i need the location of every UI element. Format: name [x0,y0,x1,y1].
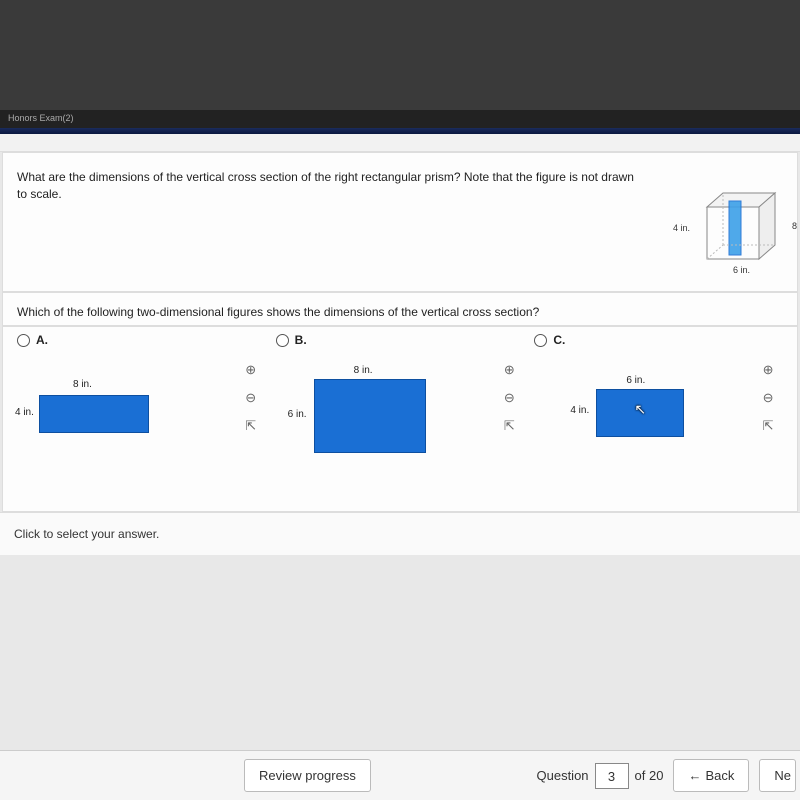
prism-figure: 4 in. 6 in. 8 [695,187,791,277]
fig-c-left-dim: 4 in. [570,405,589,416]
zoom-in-icon[interactable]: ⊕ [242,361,260,379]
next-label: Ne [774,768,791,783]
radio-a[interactable] [17,334,30,347]
footer-bar: Review progress Question 3 of 20 ← Back … [0,750,800,800]
question-indicator: Question 3 of 20 [537,763,664,789]
question-number-input[interactable]: 3 [595,763,629,789]
choices-panel: A. 8 in. 4 in. ⊕ ⊖ ⇱ B. 8 in. 6 [2,326,798,512]
fig-a-left-dim: 4 in. [15,407,34,418]
figure-c: 6 in. 4 in. ↖ ⊕ ⊖ ⇱ [534,351,783,471]
figure-b: 8 in. 6 in. ⊕ ⊖ ⇱ [276,351,525,471]
choice-b-label: B. [295,333,307,347]
back-button[interactable]: ← Back [673,759,749,792]
radio-c[interactable] [534,334,547,347]
next-button[interactable]: Ne [759,759,796,792]
fig-b-top-dim: 8 in. [354,365,373,376]
popout-icon[interactable]: ⇱ [500,417,518,435]
tools-c: ⊕ ⊖ ⇱ [757,361,779,435]
question-label: Question [537,768,589,783]
popout-icon[interactable]: ⇱ [242,417,260,435]
choice-c-label: C. [553,333,565,347]
rect-a [39,395,149,433]
prism-depth-label: 8 [792,221,797,231]
choice-a-label: A. [36,333,48,347]
instruction-text: Click to select your answer. [0,512,800,555]
arrow-left-icon: ← [688,768,701,783]
sub-question-panel: Which of the following two-dimensional f… [2,292,798,326]
radio-b[interactable] [276,334,289,347]
choice-c[interactable]: C. 6 in. 4 in. ↖ ⊕ ⊖ ⇱ [534,333,783,471]
figure-a: 8 in. 4 in. ⊕ ⊖ ⇱ [17,351,266,471]
question-text: What are the dimensions of the vertical … [17,169,637,203]
fig-a-top-dim: 8 in. [73,379,92,390]
popout-icon[interactable]: ⇱ [759,417,777,435]
zoom-out-icon[interactable]: ⊖ [500,389,518,407]
zoom-out-icon[interactable]: ⊖ [242,389,260,407]
zoom-in-icon[interactable]: ⊕ [759,361,777,379]
choice-b-head: B. [276,333,525,347]
tools-a: ⊕ ⊖ ⇱ [240,361,262,435]
back-label: Back [705,768,734,783]
review-progress-button[interactable]: Review progress [244,759,371,792]
tools-b: ⊕ ⊖ ⇱ [498,361,520,435]
title-strip: Honors Exam(2) [0,110,800,128]
zoom-in-icon[interactable]: ⊕ [500,361,518,379]
question-panel: What are the dimensions of the vertical … [2,152,798,292]
question-total: of 20 [635,768,664,783]
prism-width-label: 6 in. [733,265,750,275]
spacer [0,134,800,152]
sub-question-text: Which of the following two-dimensional f… [17,305,783,319]
fig-b-left-dim: 6 in. [288,409,307,420]
prism-height-label: 4 in. [673,223,690,233]
fig-c-top-dim: 6 in. [626,375,645,386]
rect-c [596,389,684,437]
choice-a[interactable]: A. 8 in. 4 in. ⊕ ⊖ ⇱ [17,333,266,471]
choice-c-head: C. [534,333,783,347]
choice-b[interactable]: B. 8 in. 6 in. ⊕ ⊖ ⇱ [276,333,525,471]
choice-a-head: A. [17,333,266,347]
app-screen: Honors Exam(2) What are the dimensions o… [0,110,800,800]
zoom-out-icon[interactable]: ⊖ [759,389,777,407]
rect-b [314,379,426,453]
